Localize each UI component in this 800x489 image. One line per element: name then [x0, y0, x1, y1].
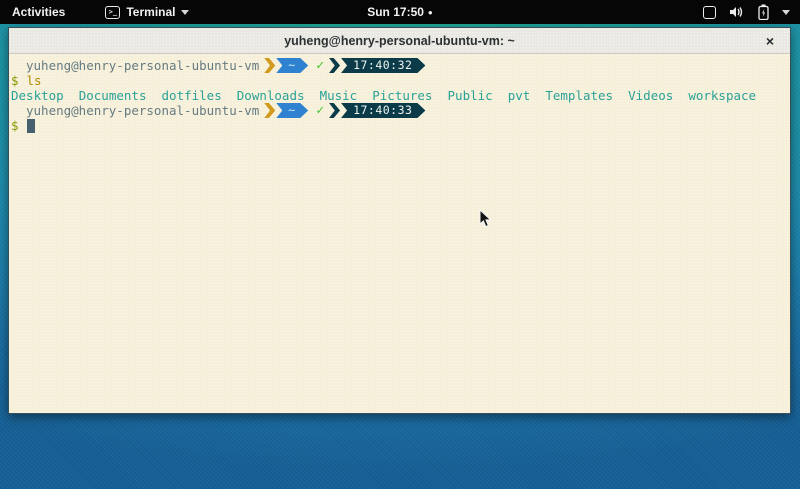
- battery-icon: [758, 4, 769, 20]
- window-titlebar[interactable]: yuheng@henry-personal-ubuntu-vm: ~ ×: [9, 28, 790, 54]
- prompt-symbol: $: [11, 118, 19, 133]
- app-menu-label: Terminal: [126, 5, 175, 19]
- dir-entry: pvt: [508, 88, 531, 103]
- terminal-app-icon: >_: [105, 6, 120, 19]
- desktop-screen: Activities >_ Terminal Sun 17:50 ●: [0, 0, 800, 489]
- dir-entry: Music: [320, 88, 358, 103]
- prompt-cwd-segment: ~: [276, 103, 308, 118]
- system-menu-chevron-icon: [782, 10, 790, 15]
- text-cursor: [27, 119, 35, 133]
- command-text: ls: [27, 73, 42, 88]
- dir-entry: Documents: [79, 88, 147, 103]
- prompt-user-host: yuheng@henry-personal-ubuntu-vm: [26, 58, 259, 73]
- prompt-line-2: yuheng@henry-personal-ubuntu-vm ~ ✓ 17:4…: [11, 103, 790, 118]
- input-line[interactable]: $: [11, 118, 790, 133]
- prompt-cwd-segment: ~: [276, 58, 308, 73]
- dir-entry: Pictures: [372, 88, 432, 103]
- app-menu-terminal[interactable]: >_ Terminal: [105, 0, 189, 24]
- dir-entry: Templates: [545, 88, 613, 103]
- prompt-symbol: $: [11, 73, 19, 88]
- window-title: yuheng@henry-personal-ubuntu-vm: ~: [284, 34, 515, 48]
- dir-entry: dotfiles: [162, 88, 222, 103]
- mouse-cursor-icon: [479, 209, 492, 228]
- prompt-time-segment: 17:40:32: [341, 58, 425, 73]
- notification-dot-icon: ●: [428, 9, 433, 17]
- close-button[interactable]: ×: [761, 32, 779, 50]
- dir-entry: Desktop: [11, 88, 64, 103]
- system-status-area[interactable]: [703, 0, 790, 24]
- dir-entry: workspace: [688, 88, 756, 103]
- terminal-window: yuheng@henry-personal-ubuntu-vm: ~ × yuh…: [8, 27, 791, 414]
- terminal-content[interactable]: yuheng@henry-personal-ubuntu-vm ~ ✓ 17:4…: [9, 54, 790, 413]
- dir-entry: Public: [448, 88, 493, 103]
- powerline-chevron-icon: [329, 58, 340, 73]
- command-line: $ ls: [11, 73, 790, 88]
- clock-label: Sun 17:50: [367, 5, 424, 19]
- chevron-down-icon: [181, 10, 189, 15]
- powerline-chevron-icon: [264, 58, 275, 73]
- top-bar: Activities >_ Terminal Sun 17:50 ●: [0, 0, 800, 24]
- prompt-time-segment: 17:40:33: [341, 103, 425, 118]
- volume-icon: [729, 5, 745, 19]
- powerline-chevron-icon: [264, 103, 275, 118]
- status-check-icon: ✓: [316, 103, 324, 118]
- powerline-chevron-icon: [329, 103, 340, 118]
- status-check-icon: ✓: [316, 58, 324, 73]
- prompt-user-host: yuheng@henry-personal-ubuntu-vm: [26, 103, 259, 118]
- activities-button[interactable]: Activities: [0, 0, 77, 24]
- prompt-line-1: yuheng@henry-personal-ubuntu-vm ~ ✓ 17:4…: [11, 58, 790, 73]
- dir-entry: Downloads: [237, 88, 305, 103]
- ls-output-line: Desktop Documents dotfiles Downloads Music Pi…: [11, 88, 790, 103]
- dir-entry: Videos: [628, 88, 673, 103]
- notification-icon: [703, 6, 716, 19]
- clock-button[interactable]: Sun 17:50 ●: [367, 0, 433, 24]
